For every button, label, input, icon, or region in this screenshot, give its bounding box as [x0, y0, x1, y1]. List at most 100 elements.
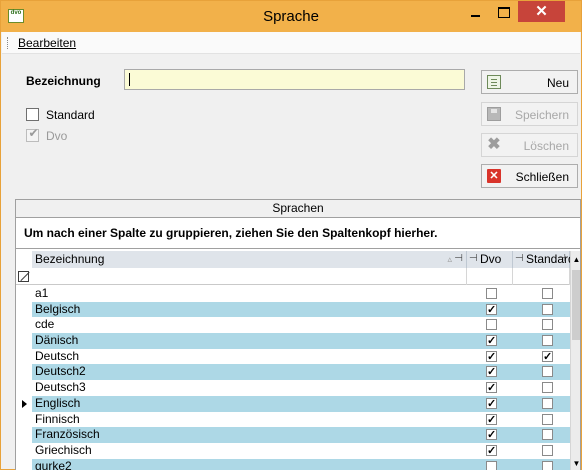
cell-bezeichnung[interactable]: Griechisch: [32, 443, 467, 459]
cell-standard: [513, 380, 570, 396]
row-selector[interactable]: [16, 411, 32, 428]
pin-icon[interactable]: ⊣: [557, 251, 566, 267]
cell-bezeichnung[interactable]: a1: [32, 286, 467, 302]
standard-checkbox[interactable]: [542, 460, 553, 470]
current-row-indicator-icon[interactable]: [16, 395, 32, 412]
scroll-down-icon[interactable]: ▼: [571, 456, 580, 470]
column-header-bezeichnung[interactable]: Bezeichnung ▵ ⊣: [32, 251, 467, 268]
table-row[interactable]: Finnisch ✓: [16, 411, 570, 428]
dvo-checkbox[interactable]: [486, 319, 497, 331]
standard-checkbox[interactable]: [542, 382, 553, 394]
dvo-checkbox[interactable]: [486, 288, 497, 299]
delete-button[interactable]: ✖ Löschen: [481, 133, 578, 157]
standard-checkbox[interactable]: [542, 366, 553, 378]
pin-icon[interactable]: ⊣: [454, 251, 463, 267]
dvo-checkbox[interactable]: ✓: [486, 429, 497, 441]
cell-bezeichnung[interactable]: Deutsch2: [32, 364, 467, 381]
cell-dvo: [467, 286, 513, 302]
dvo-checkbox[interactable]: ✓: [486, 397, 497, 409]
close-window-button[interactable]: ✕: [518, 1, 565, 22]
bezeichnung-label: Bezeichnung: [26, 74, 101, 88]
cell-bezeichnung[interactable]: cde: [32, 317, 467, 333]
table-row[interactable]: Deutsch2 ✓: [16, 364, 570, 381]
dvo-checkbox[interactable]: ✓: [486, 335, 497, 347]
bezeichnung-input[interactable]: [124, 69, 465, 90]
table-row[interactable]: Dänisch ✓: [16, 333, 570, 349]
row-selector[interactable]: [16, 348, 32, 365]
standard-checkbox[interactable]: [542, 444, 553, 456]
standard-checkbox[interactable]: [542, 319, 553, 331]
standard-checkbox[interactable]: [26, 108, 39, 121]
cell-bezeichnung[interactable]: Deutsch3: [32, 380, 467, 396]
standard-checkbox[interactable]: [542, 335, 553, 347]
row-selector[interactable]: [16, 333, 32, 349]
minimize-button[interactable]: [462, 1, 489, 22]
pin-icon[interactable]: ⊣: [469, 251, 478, 267]
scroll-up-icon[interactable]: ▲: [571, 251, 580, 268]
standard-checkbox[interactable]: [542, 413, 553, 425]
table-row[interactable]: Griechisch ✓: [16, 442, 570, 459]
vertical-scrollbar[interactable]: ▲ ▼: [570, 251, 580, 470]
table-row[interactable]: Deutsch3 ✓: [16, 380, 570, 396]
menu-item-bearbeiten[interactable]: Bearbeiten: [18, 36, 76, 50]
table-row[interactable]: Englisch ✓: [16, 395, 570, 412]
row-selector[interactable]: [16, 458, 32, 470]
column-header-dvo[interactable]: ⊣ Dvo: [467, 251, 513, 268]
scrollbar-thumb[interactable]: [572, 270, 580, 340]
filter-clear-icon[interactable]: [18, 271, 29, 282]
table-row[interactable]: gurke2: [16, 458, 570, 470]
filter-cell-standard[interactable]: [513, 268, 570, 285]
cell-bezeichnung[interactable]: Dänisch: [32, 333, 467, 349]
sort-ascending-icon: ▵: [447, 254, 452, 264]
row-selector[interactable]: [16, 317, 32, 334]
dvo-checkbox[interactable]: [486, 460, 497, 470]
panel-title-sprachen: Sprachen: [15, 199, 581, 218]
standard-checkbox[interactable]: ✓: [542, 350, 553, 362]
pin-icon[interactable]: ⊣: [515, 251, 524, 267]
cell-dvo: ✓: [467, 412, 513, 428]
row-selector[interactable]: [16, 427, 32, 443]
table-row[interactable]: Französisch ✓: [16, 427, 570, 443]
dvo-checkbox[interactable]: ✓: [486, 382, 497, 394]
filter-cell-bezeichnung[interactable]: [32, 268, 467, 285]
table-row[interactable]: cde: [16, 317, 570, 334]
cell-bezeichnung[interactable]: Französisch: [32, 427, 467, 443]
filter-cell-dvo[interactable]: [467, 268, 513, 285]
dvo-checkbox[interactable]: ✓: [486, 413, 497, 425]
dvo-checkbox[interactable]: ✔: [26, 127, 39, 142]
save-button-label: Speichern: [514, 108, 569, 122]
new-button[interactable]: Neu: [481, 70, 578, 94]
row-selector[interactable]: [16, 380, 32, 396]
cell-dvo: ✓: [467, 427, 513, 443]
cell-standard: [513, 443, 570, 459]
standard-checkbox[interactable]: [542, 397, 553, 409]
title-bar[interactable]: dvo Sprache ✕: [1, 1, 581, 32]
cell-bezeichnung[interactable]: Englisch: [32, 395, 467, 412]
standard-checkbox[interactable]: [542, 303, 553, 315]
cell-bezeichnung[interactable]: Finnisch: [32, 412, 467, 428]
standard-checkbox[interactable]: [542, 429, 553, 441]
standard-checkbox[interactable]: [542, 288, 553, 299]
row-selector[interactable]: [16, 286, 32, 302]
delete-x-icon: ✖: [487, 136, 501, 153]
dvo-checkbox[interactable]: ✓: [486, 444, 497, 456]
cell-bezeichnung[interactable]: gurke2: [32, 458, 467, 470]
row-selector[interactable]: [16, 364, 32, 381]
menu-grip-icon: [7, 37, 9, 49]
cell-bezeichnung[interactable]: Deutsch: [32, 349, 467, 365]
dvo-checkbox[interactable]: ✓: [486, 303, 497, 315]
row-selector[interactable]: [16, 301, 32, 318]
row-selector[interactable]: [16, 442, 32, 459]
dvo-checkbox[interactable]: ✓: [486, 350, 497, 362]
close-button[interactable]: ✕ Schließen: [481, 164, 578, 188]
table-row[interactable]: Deutsch ✓ ✓: [16, 348, 570, 365]
cell-standard: [513, 286, 570, 302]
maximize-button[interactable]: [490, 1, 517, 22]
cell-bezeichnung[interactable]: Belgisch: [32, 301, 467, 318]
dvo-checkbox[interactable]: ✓: [486, 366, 497, 378]
table-row[interactable]: a1: [16, 286, 570, 302]
save-button[interactable]: Speichern: [481, 102, 578, 126]
cell-dvo: ✓: [467, 364, 513, 381]
column-header-standard[interactable]: ⊣ Standard ⊣: [513, 251, 575, 268]
table-row[interactable]: Belgisch ✓: [16, 301, 570, 318]
